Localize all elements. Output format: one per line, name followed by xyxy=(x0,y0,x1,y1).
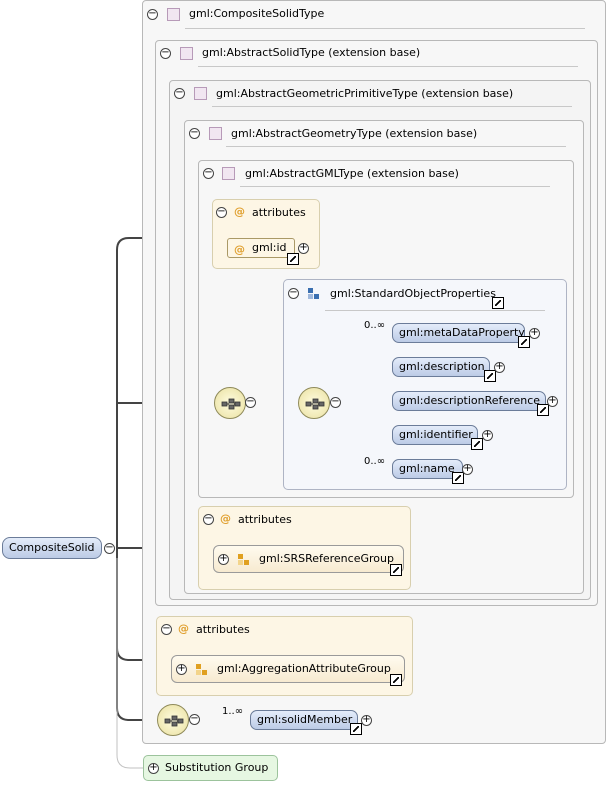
attribute-icon: @ xyxy=(234,243,245,256)
complex-type-icon xyxy=(167,8,180,21)
attributes-label: attributes xyxy=(252,206,306,219)
standard-object-properties-label: gml:StandardObjectProperties xyxy=(330,287,496,300)
reference-link-icon[interactable] xyxy=(452,472,464,484)
complex-type-icon xyxy=(180,47,193,60)
expand-toggle-description[interactable]: + xyxy=(494,362,505,373)
expand-toggle-solid-member[interactable]: + xyxy=(361,715,372,726)
abstract-gml-type-label: gml:AbstractGMLType (extension base) xyxy=(245,167,459,180)
attributes-label: attributes xyxy=(238,513,292,526)
reference-link-icon[interactable] xyxy=(537,404,549,416)
identifier-element[interactable]: gml:identifier xyxy=(392,425,478,445)
expand-toggle-name[interactable]: + xyxy=(462,464,473,475)
reference-link-icon[interactable] xyxy=(287,253,299,265)
expand-toggle-substitution-group[interactable]: + xyxy=(148,763,159,774)
reference-link-icon[interactable] xyxy=(350,723,362,735)
gml-id-attribute[interactable]: @ gml:id xyxy=(227,238,295,258)
description-reference-element[interactable]: gml:descriptionReference xyxy=(392,391,546,411)
gml-id-label: gml:id xyxy=(252,241,287,254)
collapse-toggle-attributes[interactable]: − xyxy=(216,207,227,218)
attributes-label: attributes xyxy=(196,623,250,636)
cardinality-label: 0..∞ xyxy=(364,456,386,467)
expand-toggle-gml-id[interactable]: + xyxy=(298,243,309,254)
collapse-toggle-sequence[interactable]: − xyxy=(330,397,341,408)
collapse-toggle-root[interactable]: − xyxy=(104,543,115,554)
divider xyxy=(198,66,578,67)
attribute-group-icon xyxy=(238,554,249,565)
complex-type-icon xyxy=(209,127,222,140)
complex-type-icon xyxy=(194,87,207,100)
reference-link-icon[interactable] xyxy=(518,336,530,348)
reference-link-icon[interactable] xyxy=(390,564,402,576)
collapse-toggle-sequence[interactable]: − xyxy=(245,397,256,408)
collapse-toggle-composite-solid-type[interactable]: − xyxy=(147,9,158,20)
expand-toggle-aggregation-attribute-group[interactable]: + xyxy=(176,664,187,675)
collapse-toggle-abstract-geometric-primitive-type[interactable]: − xyxy=(174,88,185,99)
divider xyxy=(325,310,545,311)
attribute-icon: @ xyxy=(178,622,189,635)
reference-link-icon[interactable] xyxy=(484,370,496,382)
sequence-compositor-icon[interactable] xyxy=(298,387,330,419)
composite-solid-type-label: gml:CompositeSolidType xyxy=(189,7,325,20)
expand-toggle-meta-data-property[interactable]: + xyxy=(529,328,540,339)
divider xyxy=(240,186,550,187)
expand-toggle-identifier[interactable]: + xyxy=(482,430,493,441)
collapse-toggle-attributes[interactable]: − xyxy=(161,624,172,635)
group-icon xyxy=(308,288,319,299)
abstract-geometric-primitive-type-label: gml:AbstractGeometricPrimitiveType (exte… xyxy=(216,87,514,100)
sequence-compositor-icon[interactable] xyxy=(157,704,189,736)
collapse-toggle-abstract-solid-type[interactable]: − xyxy=(160,48,171,59)
reference-link-icon[interactable] xyxy=(492,297,504,309)
cardinality-label: 1..∞ xyxy=(222,706,244,717)
divider xyxy=(212,106,572,107)
srs-reference-group[interactable]: + gml:SRSReferenceGroup xyxy=(213,545,404,573)
description-element[interactable]: gml:description xyxy=(392,357,490,377)
abstract-solid-type-label: gml:AbstractSolidType (extension base) xyxy=(202,46,421,59)
solid-member-element[interactable]: gml:solidMember xyxy=(250,710,358,730)
attribute-group-icon xyxy=(196,664,207,675)
collapse-toggle-abstract-gml-type[interactable]: − xyxy=(203,168,214,179)
composite-solid-root-element[interactable]: CompositeSolid xyxy=(2,537,102,559)
expand-toggle-description-reference[interactable]: + xyxy=(547,396,558,407)
aggregation-attribute-group-label: gml:AggregationAttributeGroup xyxy=(217,662,391,675)
collapse-toggle-sequence[interactable]: − xyxy=(189,714,200,725)
divider xyxy=(226,146,566,147)
meta-data-property-element[interactable]: gml:metaDataProperty xyxy=(392,323,525,343)
reference-link-icon[interactable] xyxy=(390,674,402,686)
attribute-icon: @ xyxy=(220,512,231,525)
cardinality-label: 0..∞ xyxy=(364,320,386,331)
abstract-geometry-type-label: gml:AbstractGeometryType (extension base… xyxy=(231,127,478,140)
expand-toggle-srs-reference-group[interactable]: + xyxy=(218,554,229,565)
complex-type-icon xyxy=(222,167,235,180)
srs-reference-group-label: gml:SRSReferenceGroup xyxy=(259,552,394,565)
collapse-toggle-standard-object-properties[interactable]: − xyxy=(288,288,299,299)
divider xyxy=(185,28,585,29)
aggregation-attribute-group[interactable]: + gml:AggregationAttributeGroup xyxy=(171,655,405,683)
attribute-icon: @ xyxy=(234,205,245,218)
reference-link-icon[interactable] xyxy=(471,438,483,450)
sequence-compositor-icon[interactable] xyxy=(214,387,246,419)
substitution-group-label: Substitution Group xyxy=(165,761,269,774)
collapse-toggle-attributes[interactable]: − xyxy=(203,514,214,525)
collapse-toggle-abstract-geometry-type[interactable]: − xyxy=(189,128,200,139)
